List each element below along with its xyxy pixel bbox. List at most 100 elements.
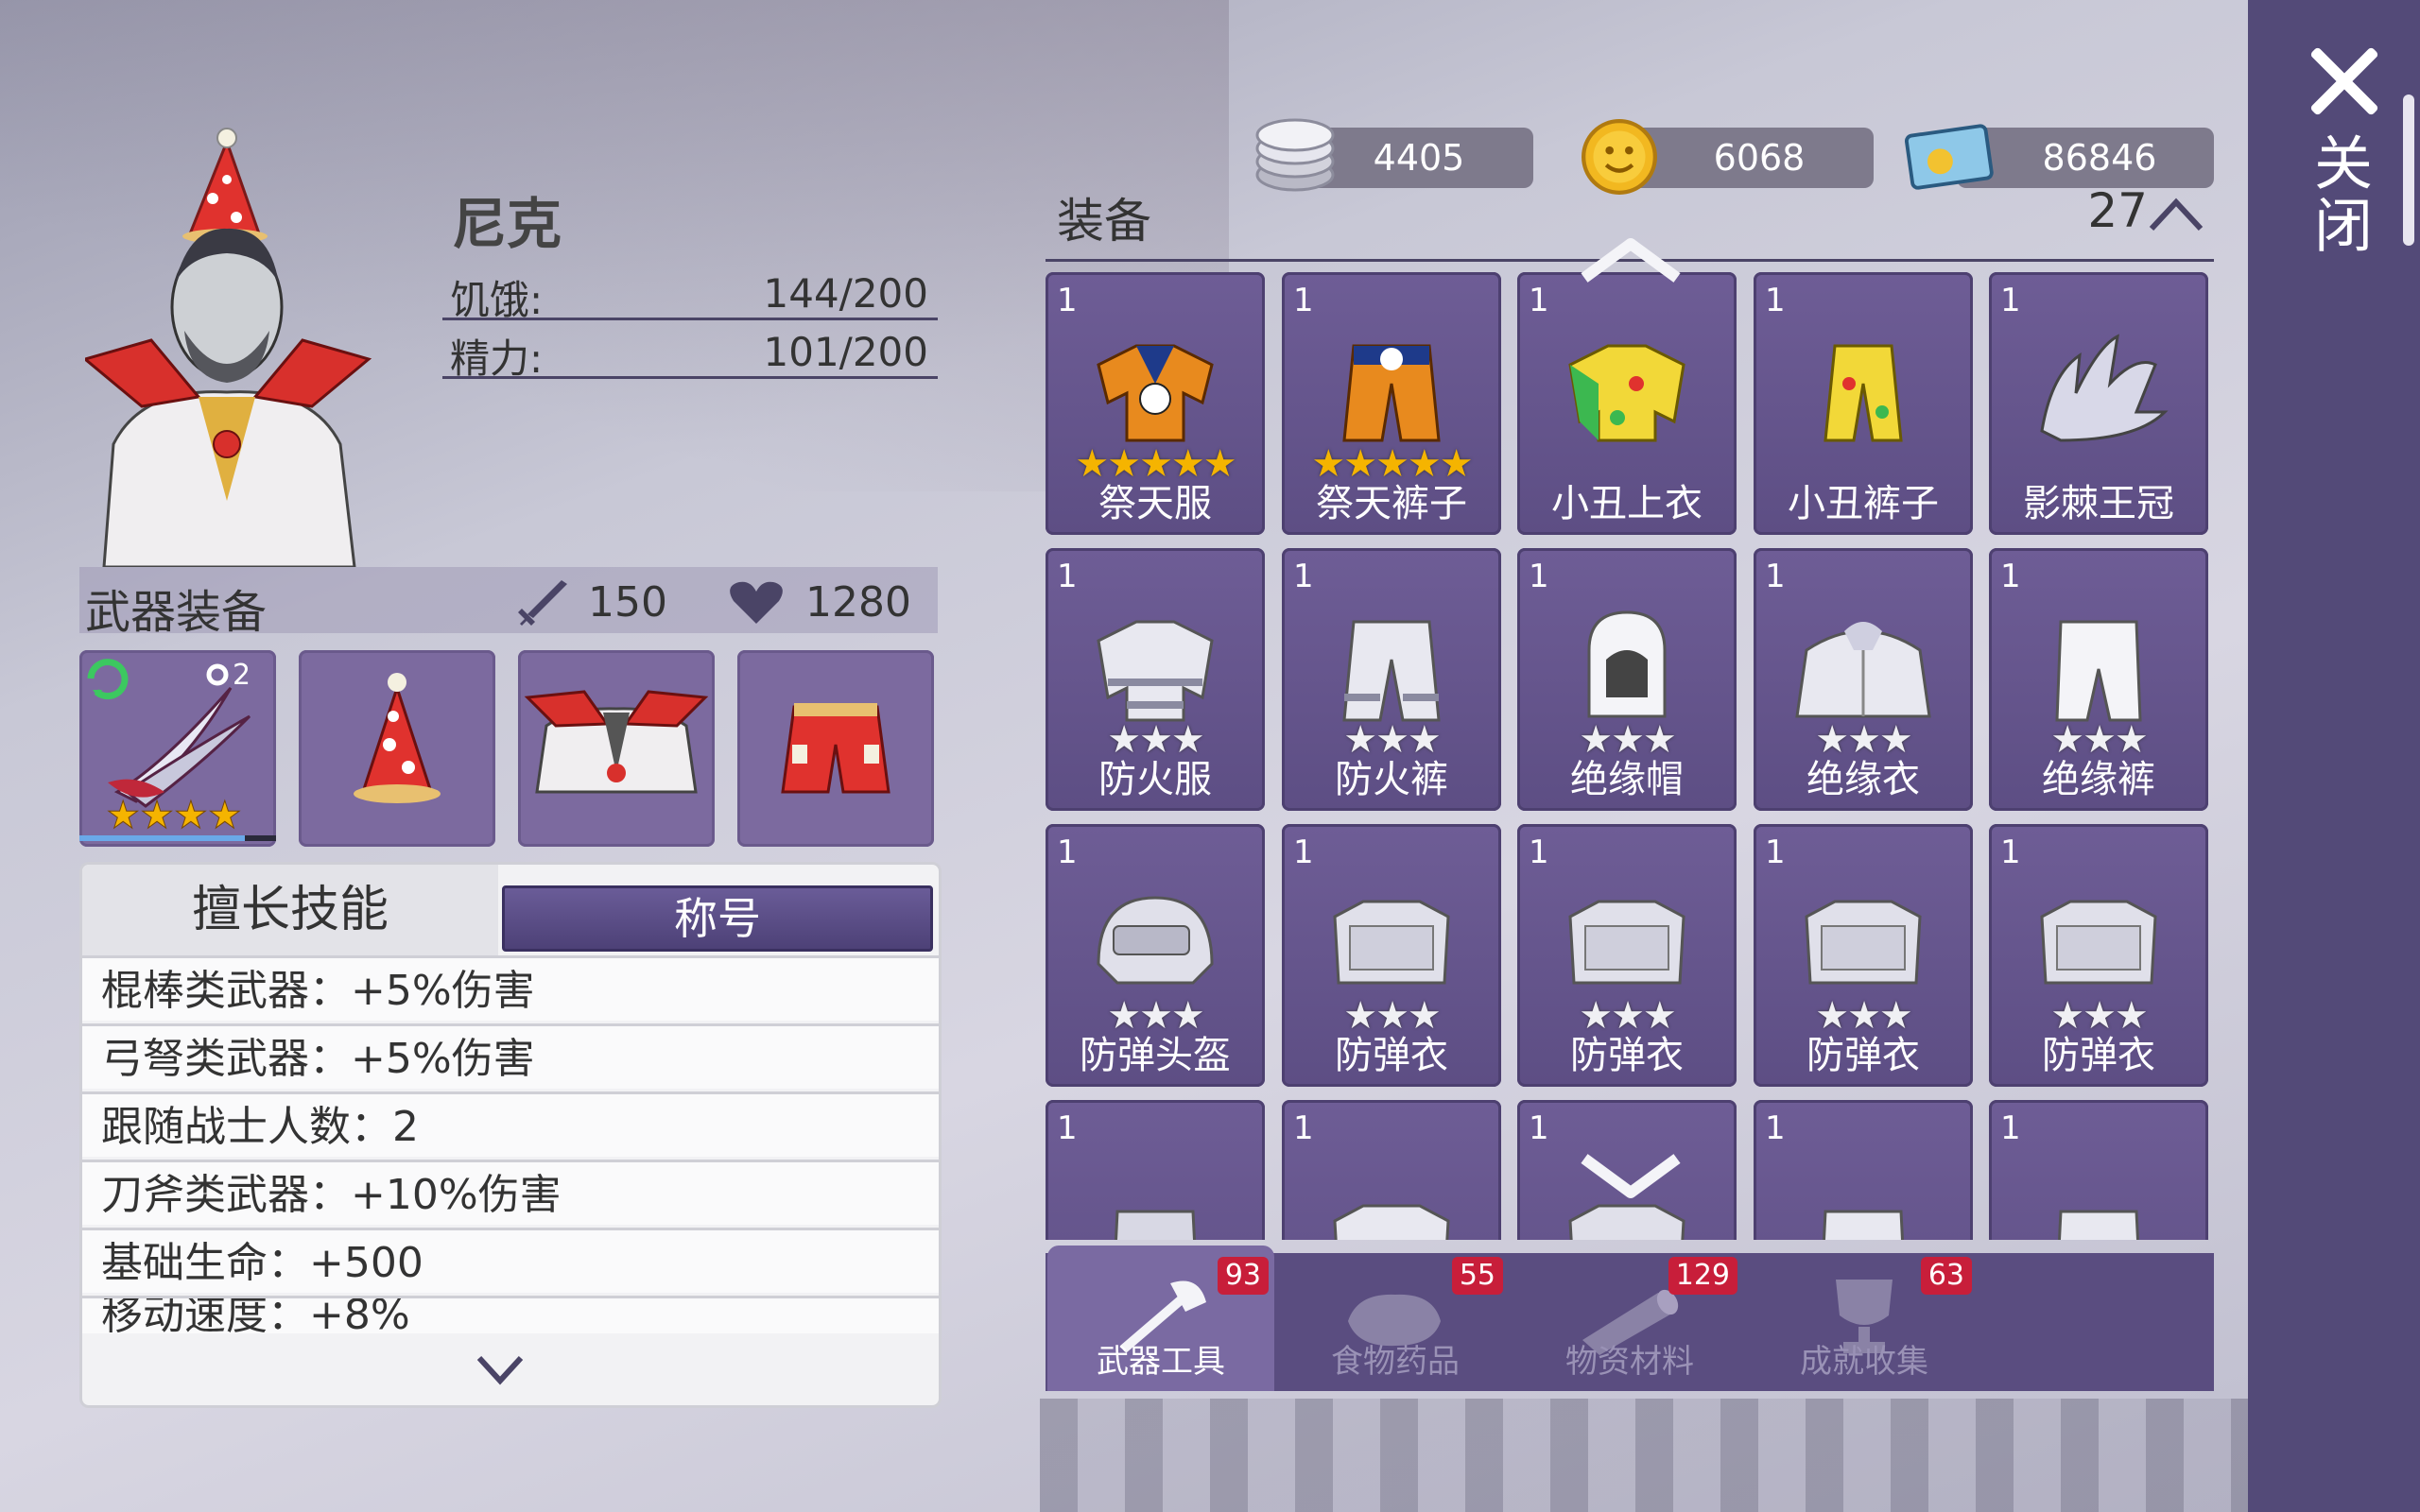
tab-materials[interactable]: 129 物资材料 [1516, 1246, 1743, 1391]
item-name: 绝缘衣 [1806, 758, 1920, 801]
inventory-item[interactable]: 1 ★★★ 防火服 [1046, 548, 1265, 811]
item-art-icon [1824, 344, 1903, 442]
tab-title[interactable]: 称号 [502, 885, 933, 952]
currency-gold: 6068 [1582, 119, 1874, 195]
item-quantity: 1 [1529, 1109, 1549, 1147]
inventory-grid: 1 ★★★★★ 祭天服 1 ★★★★★ 祭天裤子 1 小丑上衣 1 小丑裤子 1 影棘王冠 1 ★★★ 防火… [1044, 272, 2216, 1240]
item-name: 防火裤 [1335, 758, 1448, 801]
currency-silver: 4405 [1255, 118, 1533, 192]
inventory-item[interactable]: 1 ★★★ 绝缘衣 [1754, 548, 1973, 811]
tab-food-medicine[interactable]: 55 食物药品 [1282, 1246, 1509, 1391]
item-art-icon [1333, 900, 1450, 985]
item-art-icon [1822, 1210, 1905, 1240]
equip-slot-body[interactable] [518, 650, 715, 847]
inventory-item[interactable]: 1 ★★★ 绝缘裤 [1989, 548, 2208, 811]
equip-slot-weapon[interactable]: 2 ★★★★ [79, 650, 276, 847]
side-scrollbar[interactable] [2403, 94, 2414, 246]
tab-weapons-tools[interactable]: 93 武器工具 [1047, 1246, 1274, 1391]
item-quantity: 1 [1765, 282, 1786, 319]
chevron-up-icon[interactable] [2148, 197, 2204, 234]
character-name: 尼克 [452, 192, 562, 256]
inventory-item[interactable]: 1 小丑裤子 [1754, 272, 1973, 535]
item-art-icon [1097, 896, 1214, 985]
item-quantity: 1 [1765, 833, 1786, 871]
item-name: 绝缘裤 [2042, 758, 2155, 801]
inventory-item[interactable]: 1 ★★★ 防弹头盔 [1046, 824, 1265, 1087]
skill-row: 棍棒类武器：+5%伤害 [82, 955, 939, 1021]
equip-slot-legs[interactable] [737, 650, 934, 847]
item-name: 防火服 [1098, 758, 1212, 801]
silver-value: 4405 [1373, 137, 1465, 179]
chevron-down-icon[interactable] [475, 1345, 525, 1394]
weapons-title: 武器装备 [85, 586, 268, 639]
inventory-item[interactable]: 1 影棘王冠 [1989, 272, 2208, 535]
inventory-item[interactable]: 1 ★★★ 防弹衣 [1989, 824, 2208, 1087]
item-art-icon [1568, 900, 1685, 985]
scroll-up-icon[interactable] [1579, 236, 1683, 284]
item-name: 影棘王冠 [2023, 482, 2174, 525]
inventory-item[interactable]: 1 小丑上衣 [1517, 272, 1737, 535]
inventory-item[interactable]: 1 [1989, 1100, 2208, 1240]
item-quantity: 1 [1529, 833, 1549, 871]
tab-label: 物资材料 [1565, 1343, 1694, 1381]
tab-badge: 93 [1217, 1257, 1269, 1295]
item-art-icon [1805, 900, 1922, 985]
weapons-header: 武器装备 150 1280 [79, 567, 938, 639]
item-quantity: 1 [2000, 1109, 2021, 1147]
item-quantity: 1 [1057, 558, 1078, 595]
inventory-item[interactable]: 1 [1754, 1100, 1973, 1240]
item-art-icon [1114, 1210, 1197, 1240]
inventory-item[interactable]: 1 [1282, 1100, 1501, 1240]
item-quantity: 1 [1057, 833, 1078, 871]
close-button-label[interactable]: 关闭 [2304, 132, 2380, 257]
tab-label: 武器工具 [1097, 1343, 1225, 1381]
inventory-count: 27 [2087, 189, 2148, 238]
tab-skills[interactable]: 擅长技能 [82, 865, 498, 955]
energy-row: 精力: 101/200 [442, 321, 938, 382]
item-name: 防弹衣 [1570, 1034, 1684, 1077]
item-quantity: 1 [1293, 833, 1314, 871]
ticket-value: 86846 [2042, 137, 2157, 179]
equip-slot-hat[interactable] [299, 650, 495, 847]
item-art-icon [1342, 620, 1441, 722]
inventory-item[interactable]: 1 ★★★ 防火裤 [1282, 548, 1501, 811]
tab-label: 食物药品 [1331, 1343, 1460, 1381]
item-art-icon [2040, 334, 2169, 442]
scroll-down-icon[interactable] [1579, 1153, 1683, 1200]
inventory-item[interactable]: 1 ★★★ 绝缘帽 [1517, 548, 1737, 811]
item-quantity: 1 [1293, 558, 1314, 595]
skills-panel: 擅长技能 称号 棍棒类武器：+5%伤害 弓弩类武器：+5%伤害 跟随战士人数：2… [79, 862, 942, 1408]
party-hat-icon [354, 673, 441, 803]
hunger-label: 饥饿: [450, 277, 544, 323]
item-name: 防弹衣 [2042, 1034, 2155, 1077]
item-quantity: 1 [1293, 1109, 1314, 1147]
tab-achievements[interactable]: 63 成就收集 [1751, 1246, 1978, 1391]
red-shorts-icon [781, 703, 890, 794]
close-icon[interactable] [2307, 43, 2382, 119]
item-quantity: 1 [1529, 558, 1549, 595]
clown-jacket-icon [524, 690, 709, 794]
tab-badge: 63 [1920, 1257, 1972, 1295]
inventory-item[interactable]: 1 ★★★ 防弹衣 [1282, 824, 1501, 1087]
hunger-value: 144/200 [763, 270, 928, 317]
item-name: 防弹头盔 [1080, 1034, 1231, 1077]
item-quantity: 1 [1765, 1109, 1786, 1147]
skill-row: 刀斧类武器：+10%伤害 [82, 1160, 939, 1225]
item-quantity: 1 [2000, 558, 2021, 595]
inventory-item[interactable]: 1 ★★★ 防弹衣 [1517, 824, 1737, 1087]
energy-label: 精力: [450, 335, 544, 382]
hunger-row: 饥饿: 144/200 [442, 263, 938, 323]
item-quantity: 1 [1765, 558, 1786, 595]
attack-value: 150 [588, 578, 667, 627]
skill-row: 弓弩类武器：+5%伤害 [82, 1023, 939, 1089]
energy-value: 101/200 [763, 329, 928, 375]
inventory-item[interactable]: 1 ★★★ 防弹衣 [1754, 824, 1973, 1087]
item-name: 小丑上衣 [1551, 482, 1703, 525]
skill-row: 移动速度：+8% [82, 1296, 939, 1333]
skill-row: 基础生命：+500 [82, 1228, 939, 1293]
inventory-item[interactable]: 1 ★★★★★ 祭天服 [1046, 272, 1265, 535]
item-art-icon [1587, 610, 1667, 718]
inventory-item[interactable]: 1 ★★★★★ 祭天裤子 [1282, 272, 1501, 535]
inventory-item[interactable]: 1 [1046, 1100, 1265, 1240]
item-art-icon [2057, 1210, 2140, 1240]
